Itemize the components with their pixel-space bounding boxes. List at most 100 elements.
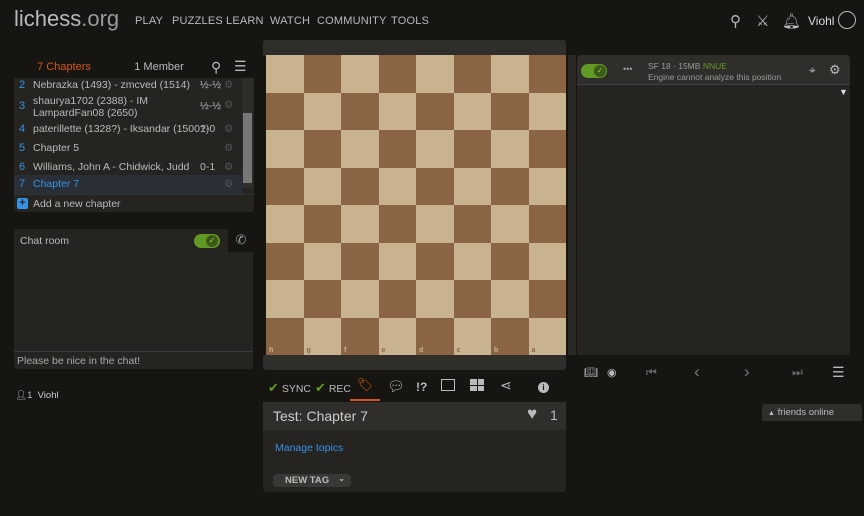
board-square[interactable]	[416, 130, 454, 168]
avatar-icon[interactable]	[838, 11, 856, 29]
manage-topics-link[interactable]: Manage topics	[275, 442, 343, 454]
board-square[interactable]	[303, 205, 341, 243]
first-move-icon[interactable]: ⏮	[646, 365, 657, 380]
nav-puzzles[interactable]: PUZZLES	[172, 15, 223, 27]
board-square[interactable]	[266, 92, 304, 130]
nav-watch[interactable]: WATCH	[270, 15, 310, 27]
chessboard[interactable]: 1 2 3 4 5 6 7 8 h g f e d c b a	[266, 55, 566, 355]
board-square[interactable]	[266, 205, 304, 243]
board-square[interactable]	[416, 92, 454, 130]
gear-icon[interactable]: ⚙	[224, 99, 233, 111]
board-square[interactable]	[341, 55, 379, 93]
board-square[interactable]	[378, 205, 416, 243]
tab-members[interactable]: 1 Member	[124, 61, 194, 73]
scrollbar-thumb[interactable]	[243, 113, 252, 183]
board-square[interactable]	[378, 130, 416, 168]
next-move-icon[interactable]: ›	[744, 362, 750, 382]
board-square[interactable]	[491, 130, 529, 168]
info-icon[interactable]: i	[538, 382, 549, 393]
board-square[interactable]	[266, 55, 304, 93]
phone-icon[interactable]: ✆	[228, 228, 254, 252]
search-icon[interactable]: ⚲	[730, 12, 741, 30]
chapter-item[interactable]: 3 shaurya1702 (2388) - IM LampardFan08 (26…	[14, 94, 242, 120]
comment-icon[interactable]: 💬︎	[387, 378, 405, 395]
board-square[interactable]	[266, 167, 304, 205]
nav-learn[interactable]: LEARN	[226, 15, 264, 27]
board-square[interactable]	[416, 55, 454, 93]
gear-icon[interactable]: ⚙	[224, 142, 233, 154]
board-square[interactable]	[303, 167, 341, 205]
board-square[interactable]	[341, 242, 379, 280]
board-square[interactable]	[266, 130, 304, 168]
menu-icon[interactable]: ☰	[832, 364, 845, 381]
menu-icon[interactable]: ☰	[234, 58, 247, 75]
friends-online-button[interactable]: ▲ friends online	[762, 404, 862, 421]
board-square[interactable]	[341, 130, 379, 168]
chat-toggle[interactable]: ✓	[194, 234, 220, 248]
new-tag-select[interactable]: NEW TAG ⌄	[273, 474, 351, 487]
board-square[interactable]	[453, 205, 491, 243]
chapter-item-active[interactable]: 7 Chapter 7 ⚙	[14, 175, 242, 194]
board-square[interactable]	[378, 280, 416, 318]
share-icon[interactable]: ⋖	[500, 377, 512, 394]
last-move-icon[interactable]: ⏭	[792, 365, 803, 380]
board-square[interactable]	[341, 167, 379, 205]
board-square[interactable]	[491, 167, 529, 205]
swords-icon[interactable]: ⚔	[756, 12, 769, 30]
chapter-item[interactable]: 5 Chapter 5 ⚙	[14, 140, 242, 158]
board-square[interactable]	[453, 55, 491, 93]
board-square[interactable]	[303, 242, 341, 280]
nav-tools[interactable]: TOOLS	[391, 15, 429, 27]
engine-toggle[interactable]: ✓	[581, 64, 607, 78]
board-square[interactable]	[341, 280, 379, 318]
board-square[interactable]	[491, 280, 529, 318]
board-square[interactable]	[378, 242, 416, 280]
board-square[interactable]	[453, 92, 491, 130]
bell-icon[interactable]: 🔔︎	[782, 12, 801, 30]
board-square[interactable]	[378, 167, 416, 205]
book-icon[interactable]: 📖︎	[584, 366, 598, 379]
rec-toggle[interactable]: ✔ REC	[315, 380, 351, 396]
board-square[interactable]	[416, 280, 454, 318]
heart-icon[interactable]: ♥	[527, 404, 537, 424]
practice-icon[interactable]: ◉	[607, 366, 617, 379]
sync-toggle[interactable]: ✔ SYNC	[268, 380, 311, 396]
board-square[interactable]	[416, 167, 454, 205]
user-menu[interactable]: Viohl	[808, 14, 834, 28]
multiboard-icon[interactable]	[470, 379, 484, 391]
board-square[interactable]	[341, 92, 379, 130]
nav-community[interactable]: COMMUNITY	[317, 15, 387, 27]
board-square[interactable]	[416, 242, 454, 280]
chart-icon[interactable]	[441, 379, 455, 391]
nav-play[interactable]: PLAY	[135, 15, 163, 27]
board-square[interactable]	[416, 205, 454, 243]
board-square[interactable]	[303, 92, 341, 130]
gear-icon[interactable]: ⚙	[224, 161, 233, 173]
chapter-item[interactable]: 4 paterillette (1328?) - Iksandar (1500?)…	[14, 121, 242, 139]
add-chapter-button[interactable]: + Add a new chapter	[14, 194, 254, 212]
caret-down-icon[interactable]: ▼	[839, 87, 848, 97]
board-square[interactable]	[453, 280, 491, 318]
board-square[interactable]	[341, 205, 379, 243]
board-square[interactable]	[453, 167, 491, 205]
board-square[interactable]	[266, 280, 304, 318]
board-square[interactable]	[491, 92, 529, 130]
board-square[interactable]	[491, 205, 529, 243]
board-square[interactable]	[453, 242, 491, 280]
gear-icon[interactable]: ⚙	[829, 62, 841, 78]
board-square[interactable]	[453, 130, 491, 168]
target-icon[interactable]: ⌖	[809, 63, 816, 78]
chapter-item[interactable]: 2 Nebrazka (1493) - zmcved (1514) ½-½ ⚙	[14, 79, 242, 93]
gear-icon[interactable]: ⚙	[224, 178, 233, 190]
board-square[interactable]	[303, 55, 341, 93]
board-square[interactable]	[303, 280, 341, 318]
board-square[interactable]	[378, 55, 416, 93]
glyph-icon[interactable]: !?	[416, 380, 427, 394]
tag-icon[interactable]: 🏷︎	[350, 377, 380, 401]
board-square[interactable]	[491, 55, 529, 93]
chat-input[interactable]: Please be nice in the chat!	[14, 351, 253, 369]
gear-icon[interactable]: ⚙	[224, 123, 233, 135]
board-square[interactable]	[303, 130, 341, 168]
prev-move-icon[interactable]: ‹	[694, 362, 700, 382]
board-square[interactable]	[341, 317, 379, 355]
